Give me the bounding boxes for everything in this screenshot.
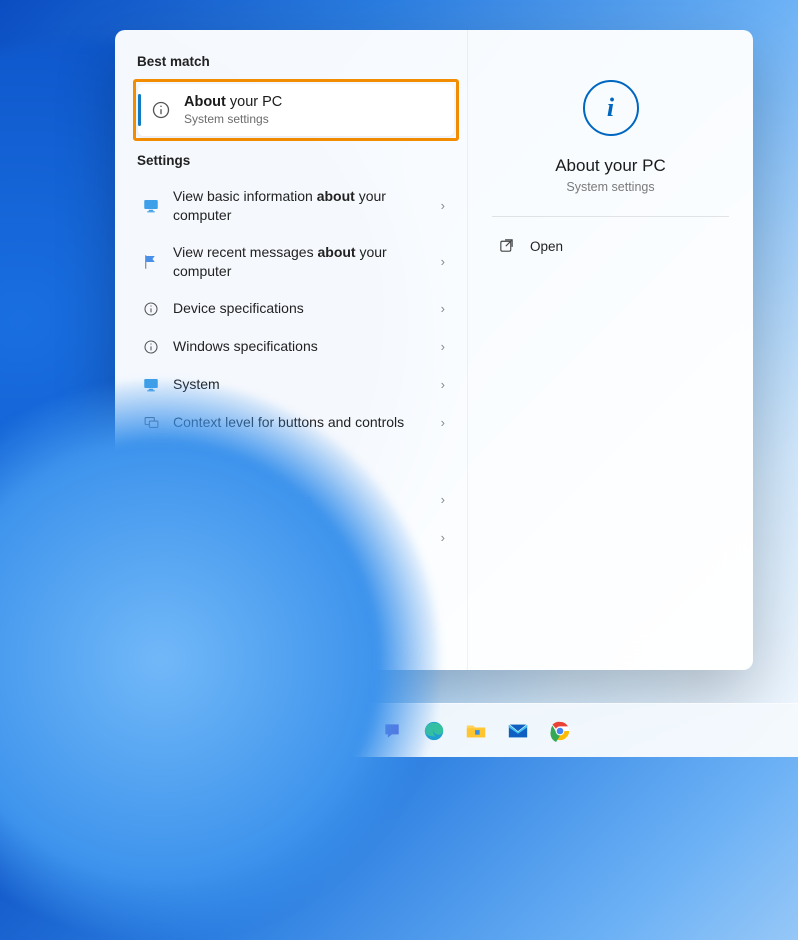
- start-search-panel: Best match About your PC System settings…: [115, 30, 753, 670]
- result-device-specifications[interactable]: Device specifications ›: [133, 290, 459, 328]
- section-best-match: Best match: [137, 54, 459, 69]
- chrome-icon[interactable]: [544, 715, 576, 747]
- info-icon: [141, 337, 161, 357]
- highlight-search-box: about your PC: [58, 709, 266, 753]
- search-icon: [141, 528, 161, 548]
- monitor-icon: [141, 196, 161, 216]
- search-icon: [76, 723, 91, 738]
- taskbar: about your PC: [0, 703, 798, 757]
- chevron-right-icon: ›: [441, 415, 445, 430]
- task-view-icon[interactable]: [292, 715, 324, 747]
- edge-icon[interactable]: [418, 715, 450, 747]
- chevron-right-icon: ›: [441, 198, 445, 213]
- chevron-right-icon: ›: [441, 254, 445, 269]
- section-search-web: Search the web: [137, 456, 459, 471]
- results-column: Best match About your PC System settings…: [115, 30, 467, 670]
- info-icon-large: i: [583, 80, 639, 136]
- highlight-best-match: About your PC System settings: [133, 79, 459, 141]
- chevron-right-icon: ›: [441, 301, 445, 316]
- search-text: about your PC: [99, 722, 190, 740]
- start-button[interactable]: [14, 714, 48, 748]
- detail-subtitle: System settings: [566, 180, 654, 194]
- chevron-right-icon: ›: [441, 530, 445, 545]
- mail-icon[interactable]: [502, 715, 534, 747]
- result-view-basic-info[interactable]: View basic information about your comput…: [133, 178, 459, 234]
- window-icon: [141, 413, 161, 433]
- chevron-right-icon: ›: [441, 339, 445, 354]
- chevron-right-icon: ›: [441, 377, 445, 392]
- detail-column: i About your PC System settings Open: [467, 30, 753, 670]
- search-icon: [141, 490, 161, 510]
- open-external-icon: [498, 237, 516, 255]
- result-view-recent-messages[interactable]: View recent messages about your computer…: [133, 234, 459, 290]
- widgets-icon[interactable]: [334, 715, 366, 747]
- chat-icon[interactable]: [376, 715, 408, 747]
- divider: [492, 216, 729, 217]
- open-label: Open: [530, 239, 563, 254]
- web-result-about-time[interactable]: about time ›: [133, 519, 459, 557]
- result-context-level[interactable]: Context level for buttons and controls ›: [133, 404, 459, 442]
- flag-icon: [141, 252, 161, 272]
- section-settings: Settings: [137, 153, 459, 168]
- info-icon: [141, 299, 161, 319]
- open-action[interactable]: Open: [492, 229, 729, 263]
- result-text: About your PC System settings: [184, 94, 282, 126]
- info-icon: [150, 99, 172, 121]
- display-icon: [141, 375, 161, 395]
- result-about-your-pc[interactable]: About your PC System settings: [138, 84, 454, 136]
- file-explorer-icon[interactable]: [460, 715, 492, 747]
- web-result-about[interactable]: about - See web results ›: [133, 481, 459, 519]
- detail-title: About your PC: [555, 156, 666, 176]
- result-system[interactable]: System ›: [133, 366, 459, 404]
- chevron-right-icon: ›: [441, 492, 445, 507]
- result-windows-specifications[interactable]: Windows specifications ›: [133, 328, 459, 366]
- taskbar-search-input[interactable]: about your PC: [63, 714, 261, 748]
